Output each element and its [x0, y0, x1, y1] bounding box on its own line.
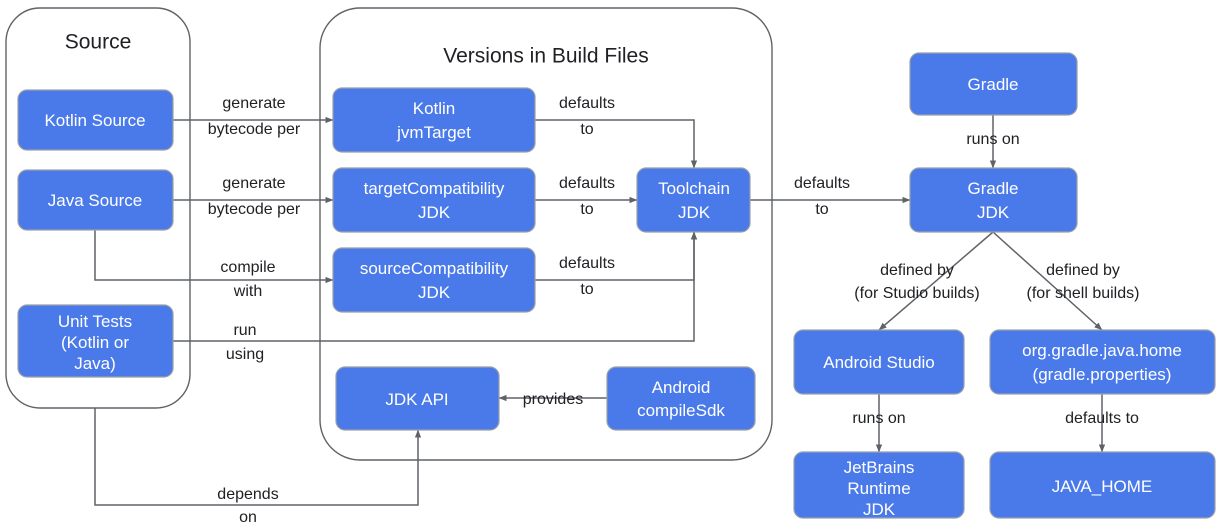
node-java-home[interactable]: JAVA_HOME	[989, 451, 1216, 519]
edge-gradle-jdk-to-android-studio: defined by (for Studio builds)	[854, 231, 994, 331]
node-target-compatibility-label-1: targetCompatibility	[364, 179, 505, 198]
diagram-canvas: Source Versions in Build Files generate …	[0, 0, 1217, 525]
node-kotlin-jvmtarget-rect[interactable]	[332, 87, 536, 153]
node-unit-tests-label-1: Unit Tests	[58, 312, 132, 331]
node-java-source[interactable]: Java Source	[17, 169, 174, 231]
node-kotlin-jvmtarget-label-2: jvmTarget	[396, 123, 471, 142]
node-target-compatibility-rect[interactable]	[332, 167, 536, 233]
node-gradle[interactable]: Gradle	[909, 52, 1078, 116]
node-java-source-label: Java Source	[48, 191, 143, 210]
group-versions-title: Versions in Build Files	[443, 45, 648, 68]
node-toolchain-jdk-label-1: Toolchain	[658, 179, 730, 198]
edge-label-defaults-to-gradle-jdk-2: to	[815, 201, 828, 218]
edge-label-depends-on: depends	[217, 486, 278, 503]
group-source-title: Source	[65, 31, 132, 54]
node-toolchain-jdk-label-2: JDK	[678, 203, 711, 222]
node-target-compatibility-label-2: JDK	[418, 203, 451, 222]
node-toolchain-jdk[interactable]: Toolchain JDK	[636, 167, 751, 233]
edge-gradle-jdk-to-org-gradle-java-home: defined by (for shell builds)	[992, 231, 1140, 331]
edge-label-defined-by-shell: defined by	[1046, 262, 1120, 279]
node-android-studio[interactable]: Android Studio	[793, 329, 965, 395]
node-org-gradle-java-home-rect[interactable]	[989, 329, 1216, 395]
node-jdk-api[interactable]: JDK API	[335, 366, 500, 431]
node-target-compatibility[interactable]: targetCompatibility JDK	[332, 167, 536, 233]
edge-label-provides: provides	[523, 391, 583, 408]
node-unit-tests-label-2: (Kotlin or	[61, 333, 129, 352]
node-android-studio-label: Android Studio	[823, 353, 935, 372]
edge-label-defaults-to-java-home: defaults to	[1065, 410, 1139, 427]
node-jetbrains-runtime-jdk-label-1: JetBrains	[844, 458, 915, 477]
node-kotlin-jvmtarget[interactable]: Kotlin jvmTarget	[332, 87, 536, 153]
edge-label-defaults-to-source: defaults	[559, 255, 615, 272]
edge-kotlin-source-to-jvmtarget: generate bytecode per	[173, 95, 334, 138]
node-source-compatibility-rect[interactable]	[332, 247, 536, 313]
node-gradle-jdk-rect[interactable]	[909, 167, 1078, 233]
node-android-compilesdk-rect[interactable]	[606, 366, 756, 431]
edge-label-generate-bytecode-per-java-2: bytecode per	[208, 201, 301, 218]
node-android-compilesdk-label-1: Android	[652, 378, 711, 397]
edge-label-defined-by-studio-2: (for Studio builds)	[854, 285, 979, 302]
edge-label-generate-bytecode-per-kotlin: generate	[222, 95, 285, 112]
node-jetbrains-runtime-jdk-label-3: JDK	[863, 500, 896, 519]
edge-gradle-to-gradle-jdk: runs on	[966, 115, 1020, 169]
node-unit-tests[interactable]: Unit Tests (Kotlin or Java)	[17, 304, 174, 378]
edge-label-run-using: run	[233, 322, 256, 339]
edge-label-defaults-to-target: defaults	[559, 175, 615, 192]
edge-label-defaults-to-jvmtarget: defaults	[559, 95, 615, 112]
edge-label-runs-on-studio: runs on	[852, 410, 905, 427]
edge-label-generate-bytecode-per-kotlin-2: bytecode per	[208, 121, 301, 138]
edge-label-defaults-to-source-2: to	[580, 281, 593, 298]
node-org-gradle-java-home-label-1: org.gradle.java.home	[1022, 341, 1182, 360]
edge-toolchain-to-gradle-jdk: defaults to	[750, 175, 911, 218]
node-gradle-jdk-label-1: Gradle	[967, 179, 1018, 198]
node-org-gradle-java-home[interactable]: org.gradle.java.home (gradle.properties)	[989, 329, 1216, 395]
node-java-home-label: JAVA_HOME	[1052, 477, 1152, 496]
edge-label-depends-on-2: on	[239, 509, 257, 525]
edge-label-runs-on-gradle: runs on	[966, 131, 1019, 148]
edge-label-defaults-to-target-2: to	[580, 201, 593, 218]
edge-label-defined-by-studio: defined by	[880, 262, 954, 279]
node-android-compilesdk[interactable]: Android compileSdk	[606, 366, 756, 431]
node-kotlin-jvmtarget-label-1: Kotlin	[413, 99, 456, 118]
edge-label-generate-bytecode-per-java: generate	[222, 175, 285, 192]
node-gradle-jdk-label-2: JDK	[977, 203, 1010, 222]
edge-java-source-to-targetcompatibility: generate bytecode per	[173, 175, 334, 218]
node-kotlin-source-label: Kotlin Source	[44, 111, 145, 130]
node-android-compilesdk-label-2: compileSdk	[637, 401, 725, 420]
node-toolchain-jdk-rect[interactable]	[636, 167, 751, 233]
edge-label-defaults-to-jvmtarget-2: to	[580, 121, 593, 138]
node-jdk-api-label: JDK API	[385, 390, 448, 409]
node-kotlin-source[interactable]: Kotlin Source	[17, 89, 174, 151]
edge-label-compile-with: compile	[220, 259, 275, 276]
edge-label-compile-with-2: with	[233, 283, 262, 300]
edge-label-defaults-to-gradle-jdk: defaults	[794, 175, 850, 192]
jdk-version-flow-diagram: Source Versions in Build Files generate …	[5, 7, 1216, 525]
edge-label-run-using-2: using	[226, 346, 264, 363]
edge-label-defined-by-shell-2: (for shell builds)	[1027, 285, 1140, 302]
node-jetbrains-runtime-jdk[interactable]: JetBrains Runtime JDK	[793, 451, 965, 519]
node-gradle-jdk[interactable]: Gradle JDK	[909, 167, 1078, 233]
node-unit-tests-label-3: Java)	[74, 354, 116, 373]
node-org-gradle-java-home-label-2: (gradle.properties)	[1033, 365, 1172, 384]
node-source-compatibility-label-2: JDK	[418, 283, 451, 302]
node-jetbrains-runtime-jdk-label-2: Runtime	[847, 479, 910, 498]
node-source-compatibility[interactable]: sourceCompatibility JDK	[332, 247, 536, 313]
edge-android-studio-to-jetbrains: runs on	[852, 394, 906, 453]
node-gradle-label: Gradle	[967, 75, 1018, 94]
node-source-compatibility-label-1: sourceCompatibility	[360, 259, 509, 278]
edge-org-gradle-java-home-to-java-home: defaults to	[1065, 394, 1139, 453]
